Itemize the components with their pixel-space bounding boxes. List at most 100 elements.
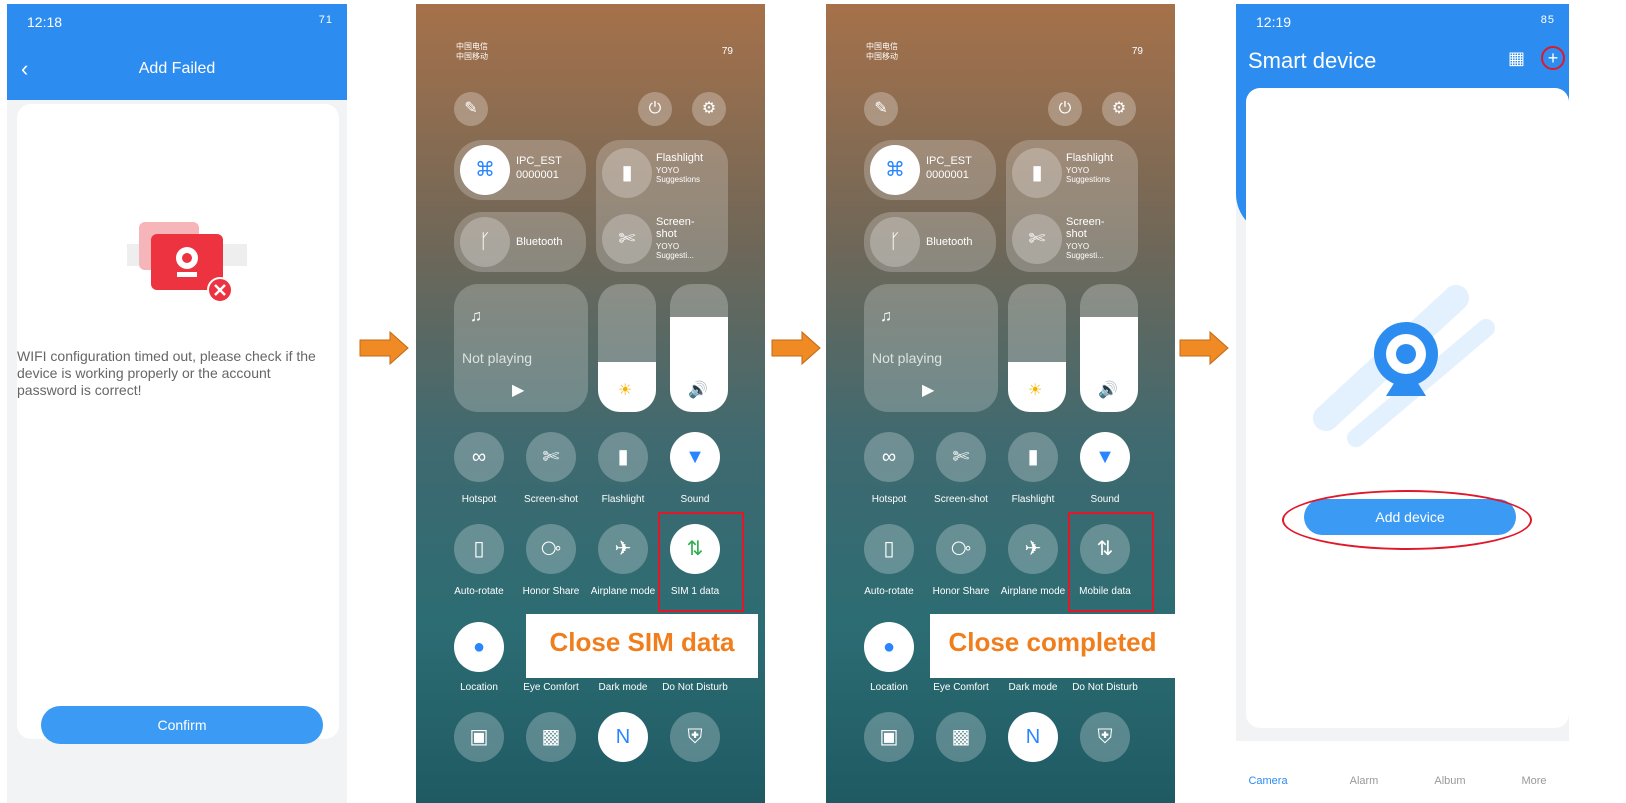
honor-share-label: Honor Share — [522, 586, 580, 597]
dnd-label: Do Not Disturb — [662, 682, 728, 693]
bluetooth-tile[interactable]: ᚴ Bluetooth — [864, 212, 996, 272]
screenshot-toggle-icon[interactable]: ✄ — [936, 432, 986, 482]
brightness-slider[interactable]: ☀ — [1008, 284, 1066, 412]
shield-icon[interactable]: ⛨ — [670, 712, 720, 762]
nav-camera[interactable]: Camera — [1238, 775, 1298, 787]
wallet-icon[interactable]: ▩ — [936, 712, 986, 762]
edit-icon[interactable]: ✎ — [454, 92, 488, 126]
arrow-icon — [1179, 330, 1229, 366]
edit-icon[interactable]: ✎ — [864, 92, 898, 126]
screenshot-toggle-icon[interactable]: ✄ — [526, 432, 576, 482]
arrow-icon — [771, 330, 821, 366]
sound-bell-icon[interactable]: ▼ — [1080, 432, 1130, 482]
carrier-label: 中国电信 中国移动 — [456, 42, 488, 61]
sound-label: Sound — [680, 494, 710, 505]
confirm-button[interactable]: Confirm — [41, 706, 323, 744]
bluetooth-tile[interactable]: ᚴ Bluetooth — [454, 212, 586, 272]
music-icon: ♫ — [880, 308, 892, 325]
airplane-icon[interactable]: ✈ — [598, 524, 648, 574]
wifi-icon: ⌘ — [870, 145, 920, 195]
flashlight-sub: YOYO Suggestions — [1066, 166, 1111, 184]
grid-view-icon[interactable]: ▦ — [1508, 48, 1525, 69]
bluetooth-icon: ᚴ — [870, 217, 920, 267]
screenshot-title: Screen-shot — [1066, 216, 1105, 240]
nav-alarm[interactable]: Alarm — [1334, 775, 1394, 787]
flashlight-label: Flashlight — [601, 494, 645, 505]
nav-album[interactable]: Album — [1420, 775, 1480, 787]
wallet-icon[interactable]: ▩ — [526, 712, 576, 762]
media-tile[interactable]: ♫ Not playing ▶ — [454, 284, 588, 412]
bluetooth-icon: ᚴ — [460, 217, 510, 267]
volume-slider[interactable]: 🔊 — [1080, 284, 1138, 412]
nfc-icon[interactable]: N — [598, 712, 648, 762]
location-icon[interactable]: ● — [864, 622, 914, 672]
sun-icon: ☀ — [618, 382, 633, 399]
flashlight-icon: ▮ — [1012, 148, 1062, 198]
flashlight-label: Flashlight — [1011, 494, 1055, 505]
shield-icon[interactable]: ⛨ — [1080, 712, 1130, 762]
location-label: Location — [870, 682, 908, 693]
honor-share-icon[interactable]: ⧂ — [526, 524, 576, 574]
bluetooth-label: Bluetooth — [516, 236, 563, 248]
dnd-label: Do Not Disturb — [1072, 682, 1138, 693]
add-failed-screen: 12:18 71 ‹ Add Failed WIFI configuration… — [7, 4, 347, 803]
instruction-overlay: Close completed — [930, 614, 1175, 678]
flashlight-icon: ▮ — [602, 148, 652, 198]
brightness-slider[interactable]: ☀ — [598, 284, 656, 412]
status-battery: 71 — [318, 14, 333, 26]
nav-more[interactable]: More — [1504, 775, 1564, 787]
location-label: Location — [460, 682, 498, 693]
auto-rotate-icon[interactable]: ▯ — [864, 524, 914, 574]
screenshot-sub: YOYO Suggesti... — [656, 242, 694, 260]
play-icon[interactable]: ▶ — [922, 380, 934, 400]
smart-device-screen: 12:19 85 Smart device ▦ + Add device Cam… — [1236, 4, 1569, 803]
status-battery: 79 — [1131, 46, 1143, 57]
power-icon[interactable]: ⏻ — [638, 92, 672, 126]
wifi-name: IPC_EST 0000001 — [516, 155, 562, 181]
volume-slider[interactable]: 🔊 — [670, 284, 728, 412]
settings-gear-icon[interactable]: ⚙ — [1102, 92, 1136, 126]
nfc-icon[interactable]: N — [1008, 712, 1058, 762]
screenshot-title: Screen-shot — [656, 216, 695, 240]
highlight-ellipse — [1282, 490, 1532, 550]
sound-bell-icon[interactable]: ▼ — [670, 432, 720, 482]
wifi-tile[interactable]: ⌘ IPC_EST 0000001 — [864, 140, 996, 200]
hotspot-icon[interactable]: ∞ — [864, 432, 914, 482]
control-center-screen: 中国电信 中国移动 79 ✎ ⏻ ⚙ ⌘ IPC_EST 0000001 ᚴ B… — [416, 4, 765, 803]
sound-label: Sound — [1090, 494, 1120, 505]
airplane-label: Airplane mode — [1000, 586, 1066, 597]
hotspot-icon[interactable]: ∞ — [454, 432, 504, 482]
bottom-nav: Camera Alarm Album More — [1236, 741, 1569, 803]
flashlight-title: Flashlight — [656, 152, 704, 164]
instruction-overlay: Close SIM data — [526, 614, 758, 678]
settings-gear-icon[interactable]: ⚙ — [692, 92, 726, 126]
flashlight-toggle-icon[interactable]: ▮ — [1008, 432, 1058, 482]
eye-comfort-label: Eye Comfort — [933, 682, 989, 693]
location-icon[interactable]: ● — [454, 622, 504, 672]
dark-mode-label: Dark mode — [598, 682, 648, 693]
flashlight-title: Flashlight — [1066, 152, 1114, 164]
airplane-icon[interactable]: ✈ — [1008, 524, 1058, 574]
wifi-icon: ⌘ — [460, 145, 510, 195]
media-tile[interactable]: ♫ Not playing ▶ — [864, 284, 998, 412]
highlight-box — [1068, 512, 1154, 612]
highlight-box — [658, 512, 744, 612]
suggestions-tile[interactable]: ▮ Flashlight YOYO Suggestions ✄ Screen-s… — [596, 140, 728, 272]
device-list-card: Add device — [1246, 88, 1569, 728]
wifi-tile[interactable]: ⌘ IPC_EST 0000001 — [454, 140, 586, 200]
error-message: WIFI configuration timed out, please che… — [17, 348, 316, 398]
speaker-icon: 🔊 — [1098, 382, 1118, 399]
sun-icon: ☀ — [1028, 382, 1043, 399]
honor-share-icon[interactable]: ⧂ — [936, 524, 986, 574]
power-icon[interactable]: ⏻ — [1048, 92, 1082, 126]
suggestions-tile[interactable]: ▮ Flashlight YOYO Suggestions ✄ Screen-s… — [1006, 140, 1138, 272]
cast-icon[interactable]: ▣ — [864, 712, 914, 762]
screenshot-sub: YOYO Suggesti... — [1066, 242, 1104, 260]
play-icon[interactable]: ▶ — [512, 380, 524, 400]
flashlight-toggle-icon[interactable]: ▮ — [598, 432, 648, 482]
add-icon[interactable]: + — [1541, 46, 1565, 70]
hotspot-label: Hotspot — [871, 494, 907, 505]
auto-rotate-icon[interactable]: ▯ — [454, 524, 504, 574]
screenshot-label: Screen-shot — [934, 494, 988, 505]
cast-icon[interactable]: ▣ — [454, 712, 504, 762]
